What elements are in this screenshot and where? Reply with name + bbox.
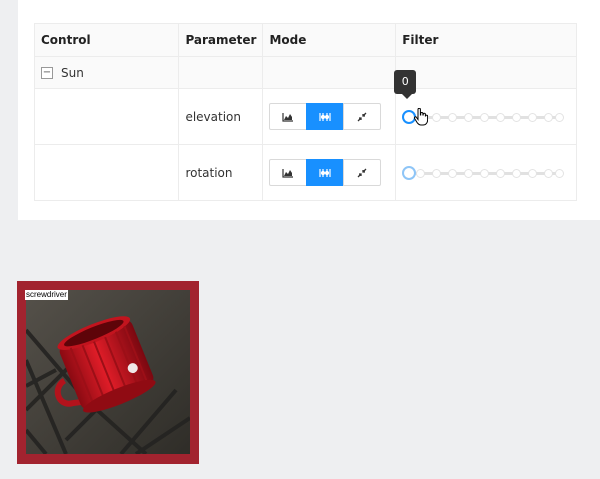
slider-dot xyxy=(432,112,442,122)
slider-tooltip: 0 xyxy=(394,69,417,99)
slider-dot xyxy=(432,168,442,178)
mode-sliders-button[interactable] xyxy=(306,159,345,186)
collapse-icon[interactable]: − xyxy=(41,66,53,79)
slider-dot xyxy=(464,168,474,178)
mode-toggle-group xyxy=(269,103,389,130)
group-row-sun: − Sun xyxy=(33,56,577,89)
sliders-icon xyxy=(319,112,332,121)
filter-slider[interactable] xyxy=(402,165,565,180)
slider-dot xyxy=(448,112,458,122)
slider-dot xyxy=(416,168,426,178)
mode-shrink-button[interactable] xyxy=(343,159,382,186)
slider-dot xyxy=(512,112,522,122)
mode-sliders-button[interactable] xyxy=(306,103,345,130)
filter-slider[interactable]: 0 xyxy=(394,69,565,125)
slider-dot xyxy=(464,112,474,122)
parameter-name: rotation xyxy=(178,144,264,201)
shrink-icon xyxy=(358,112,367,121)
slider-dot xyxy=(496,112,506,122)
chart-icon xyxy=(282,168,294,178)
column-header-mode: Mode xyxy=(262,23,397,57)
detection-label: screwdriver xyxy=(25,290,68,300)
mode-toggle-group xyxy=(269,159,389,186)
table-row: rotation xyxy=(33,144,577,201)
slider-dot xyxy=(528,112,538,122)
slider-dot xyxy=(512,168,522,178)
slider-dot xyxy=(448,168,458,178)
column-header-parameter: Parameter xyxy=(178,23,264,57)
slider-handle[interactable] xyxy=(402,165,417,180)
column-header-filter: Filter xyxy=(395,23,577,57)
column-header-control: Control xyxy=(33,23,180,57)
hand-cursor-icon xyxy=(414,107,429,125)
slider-dot xyxy=(555,112,565,122)
shrink-icon xyxy=(358,168,367,177)
slider-dot xyxy=(480,112,490,122)
preview-image xyxy=(26,290,190,454)
sliders-icon xyxy=(319,168,332,177)
slider-dot xyxy=(555,168,565,178)
mode-chart-button[interactable] xyxy=(269,159,308,186)
controls-panel: Control Parameter Mode Filter − Sun elev… xyxy=(18,0,600,220)
table-row: elevation 0 xyxy=(33,69,577,145)
preview-image-frame: screwdriver xyxy=(17,281,199,464)
parameter-name: elevation xyxy=(178,88,264,145)
slider-dot xyxy=(496,168,506,178)
slider-dot xyxy=(480,168,490,178)
slider-dot xyxy=(544,168,554,178)
mode-shrink-button[interactable] xyxy=(343,103,382,130)
controls-table: Control Parameter Mode Filter − Sun elev… xyxy=(33,23,577,201)
mode-chart-button[interactable] xyxy=(269,103,308,130)
group-label: Sun xyxy=(61,65,84,80)
mug-scene-image xyxy=(26,290,190,454)
slider-dot xyxy=(544,112,554,122)
chart-icon xyxy=(282,112,294,122)
slider-dot xyxy=(528,168,538,178)
table-header-row: Control Parameter Mode Filter xyxy=(33,23,577,57)
